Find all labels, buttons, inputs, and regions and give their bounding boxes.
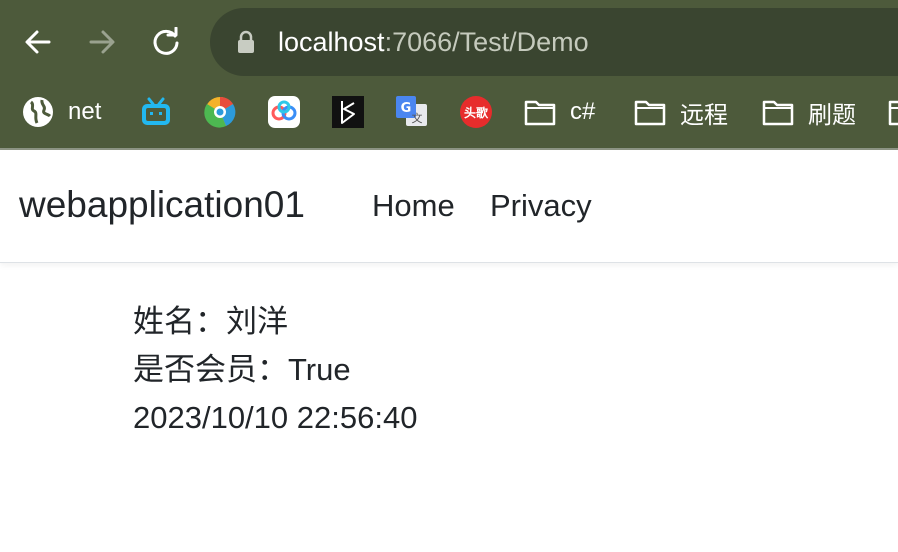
- bookmark-label: c#: [570, 98, 596, 125]
- url-text[interactable]: localhost:7066/Test/Demo: [278, 24, 589, 60]
- url-path: :7066/Test/Demo: [384, 27, 589, 57]
- nav-privacy[interactable]: Privacy: [490, 188, 592, 224]
- toutiao-icon: 头歌: [460, 96, 492, 128]
- bookmark-label: 远程: [680, 101, 728, 129]
- arrow-right-icon: [89, 30, 115, 54]
- chrome-app-icon: [204, 96, 236, 128]
- bookmark-folder-overflow[interactable]: [888, 94, 898, 130]
- nav-home[interactable]: Home: [372, 188, 455, 224]
- bookmark-label: 刷题: [808, 101, 856, 129]
- bilibili-icon: [142, 97, 170, 125]
- bookmark-app-3[interactable]: [268, 94, 300, 130]
- bookmark-app-2[interactable]: [204, 94, 236, 130]
- app-navbar: webapplication01 Home Privacy: [0, 150, 898, 263]
- reload-button[interactable]: [146, 22, 186, 62]
- globe-icon: [23, 97, 53, 127]
- lock-icon: [238, 30, 254, 53]
- bookmark-google-translate[interactable]: G 文: [396, 94, 428, 130]
- bookmark-toutiao[interactable]: 头歌: [460, 94, 492, 130]
- forward-button[interactable]: [82, 22, 122, 62]
- name-line: 姓名：刘洋: [133, 304, 288, 339]
- google-translate-icon: G 文: [396, 96, 427, 126]
- bookmark-bilibili[interactable]: [140, 94, 172, 130]
- member-line: 是否会员：True: [133, 352, 351, 387]
- folder-icon: [762, 100, 794, 126]
- reload-icon: [153, 27, 179, 55]
- datetime-line: 2023/10/10 22:56:40: [133, 400, 418, 435]
- navbar-brand[interactable]: webapplication01: [19, 184, 305, 226]
- bookmark-folder-remote[interactable]: 远程: [634, 94, 728, 130]
- browser-chrome: localhost:7066/Test/Demo net G 文 头歌 c# 远…: [0, 0, 898, 149]
- bookmark-app-4[interactable]: [332, 94, 364, 130]
- main-content: 姓名：刘洋 是否会员：True 2023/10/10 22:56:40: [133, 298, 417, 442]
- folder-icon: [888, 100, 898, 126]
- arrow-left-icon: [25, 30, 51, 54]
- folder-icon: [634, 100, 666, 126]
- bookmark-folder-practice[interactable]: 刷题: [762, 94, 856, 130]
- bookmark-label: net: [68, 98, 102, 125]
- black-app-icon: [332, 96, 364, 128]
- svg-text:G: G: [401, 101, 412, 116]
- back-button[interactable]: [18, 22, 58, 62]
- url-host: localhost: [278, 27, 385, 57]
- svg-text:文: 文: [412, 111, 423, 125]
- bookmark-folder-csharp[interactable]: c#: [524, 94, 595, 130]
- baidu-netdisk-icon: [268, 96, 300, 128]
- folder-icon: [524, 100, 556, 126]
- bookmark-net[interactable]: net: [22, 94, 101, 130]
- toutiao-logo-text: 头歌: [464, 105, 489, 120]
